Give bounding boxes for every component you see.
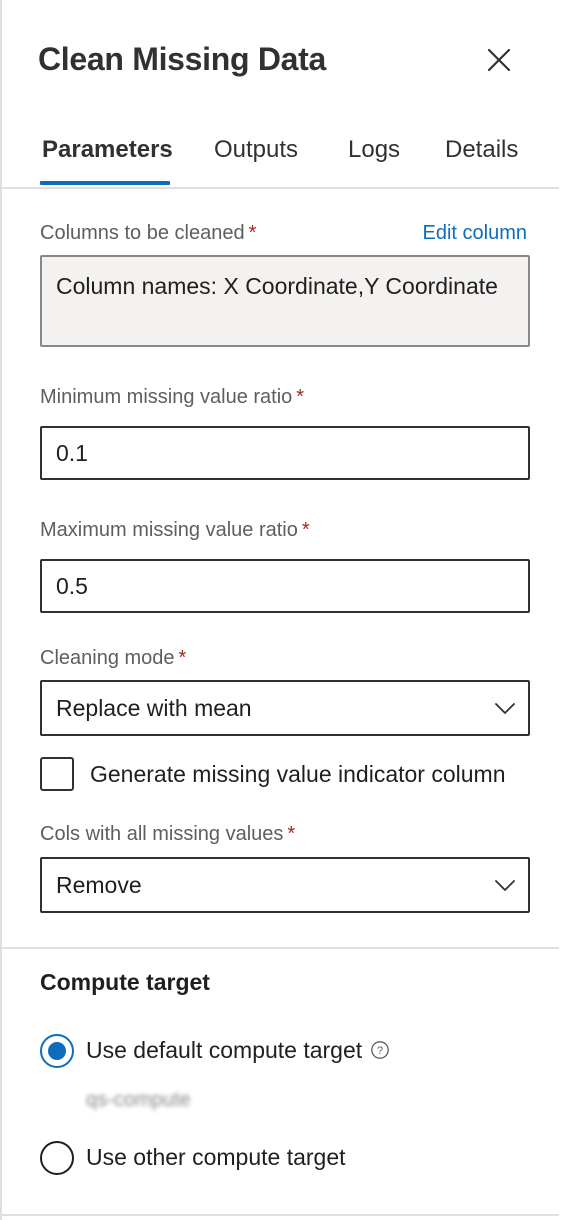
svg-text:?: ? (377, 1045, 383, 1057)
tab-bar: Parameters Outputs Logs Details (38, 128, 559, 188)
tabs-divider (2, 187, 559, 189)
indicator-checkbox-label[interactable]: Generate missing value indicator column (90, 758, 505, 790)
cols-missing-value: Remove (56, 872, 142, 898)
required-marker: * (248, 222, 257, 244)
default-compute-label[interactable]: Use default compute target ? (86, 1034, 390, 1066)
other-compute-radio[interactable] (40, 1141, 74, 1175)
columns-value-box: Column names: X Coordinate,Y Coordinate (40, 255, 530, 347)
default-compute-label-text: Use default compute target (86, 1037, 363, 1063)
compute-target-heading: Compute target (40, 969, 210, 995)
bottom-divider (2, 1214, 559, 1216)
columns-label-text: Columns to be cleaned (40, 222, 245, 244)
panel-header: Clean Missing Data (38, 36, 529, 86)
edit-column-link[interactable]: Edit column (423, 222, 528, 245)
tab-logs[interactable]: Logs (348, 128, 400, 172)
max-ratio-label-text: Maximum missing value ratio (40, 519, 298, 541)
other-compute-label[interactable]: Use other compute target (86, 1141, 346, 1173)
panel-title: Clean Missing Data (38, 41, 327, 77)
max-ratio-label: Maximum missing value ratio * (40, 519, 310, 542)
cleaning-mode-label-text: Cleaning mode (40, 647, 175, 669)
tab-details[interactable]: Details (445, 128, 518, 172)
tab-parameters[interactable]: Parameters (42, 128, 173, 172)
columns-label: Columns to be cleaned * (40, 222, 256, 245)
min-ratio-label: Minimum missing value ratio * (40, 386, 304, 409)
default-compute-name: qs-compute (86, 1089, 191, 1111)
min-ratio-label-text: Minimum missing value ratio (40, 386, 293, 408)
cols-missing-label-text: Cols with all missing values (40, 823, 284, 845)
tab-outputs[interactable]: Outputs (214, 128, 298, 172)
close-button[interactable] (479, 40, 519, 80)
help-circle-icon[interactable]: ? (370, 1040, 390, 1060)
chevron-down-icon (495, 880, 515, 891)
required-marker: * (296, 386, 305, 408)
clean-missing-data-panel: Clean Missing Data Parameters Outputs Lo… (0, 0, 559, 1220)
default-compute-radio[interactable] (40, 1034, 74, 1068)
required-marker: * (301, 519, 310, 541)
cleaning-mode-value: Replace with mean (56, 695, 252, 721)
indicator-checkbox[interactable] (40, 757, 74, 791)
cols-missing-dropdown[interactable]: Remove (40, 857, 530, 913)
close-icon (487, 48, 511, 72)
chevron-down-icon (495, 703, 515, 714)
required-marker: * (178, 647, 187, 669)
cols-missing-label: Cols with all missing values * (40, 823, 295, 846)
section-divider (2, 947, 559, 949)
min-ratio-input[interactable]: 0.1 (40, 426, 530, 480)
cleaning-mode-dropdown[interactable]: Replace with mean (40, 680, 530, 736)
max-ratio-input[interactable]: 0.5 (40, 559, 530, 613)
required-marker: * (287, 823, 296, 845)
cleaning-mode-label: Cleaning mode * (40, 647, 186, 670)
active-tab-indicator (40, 181, 170, 185)
